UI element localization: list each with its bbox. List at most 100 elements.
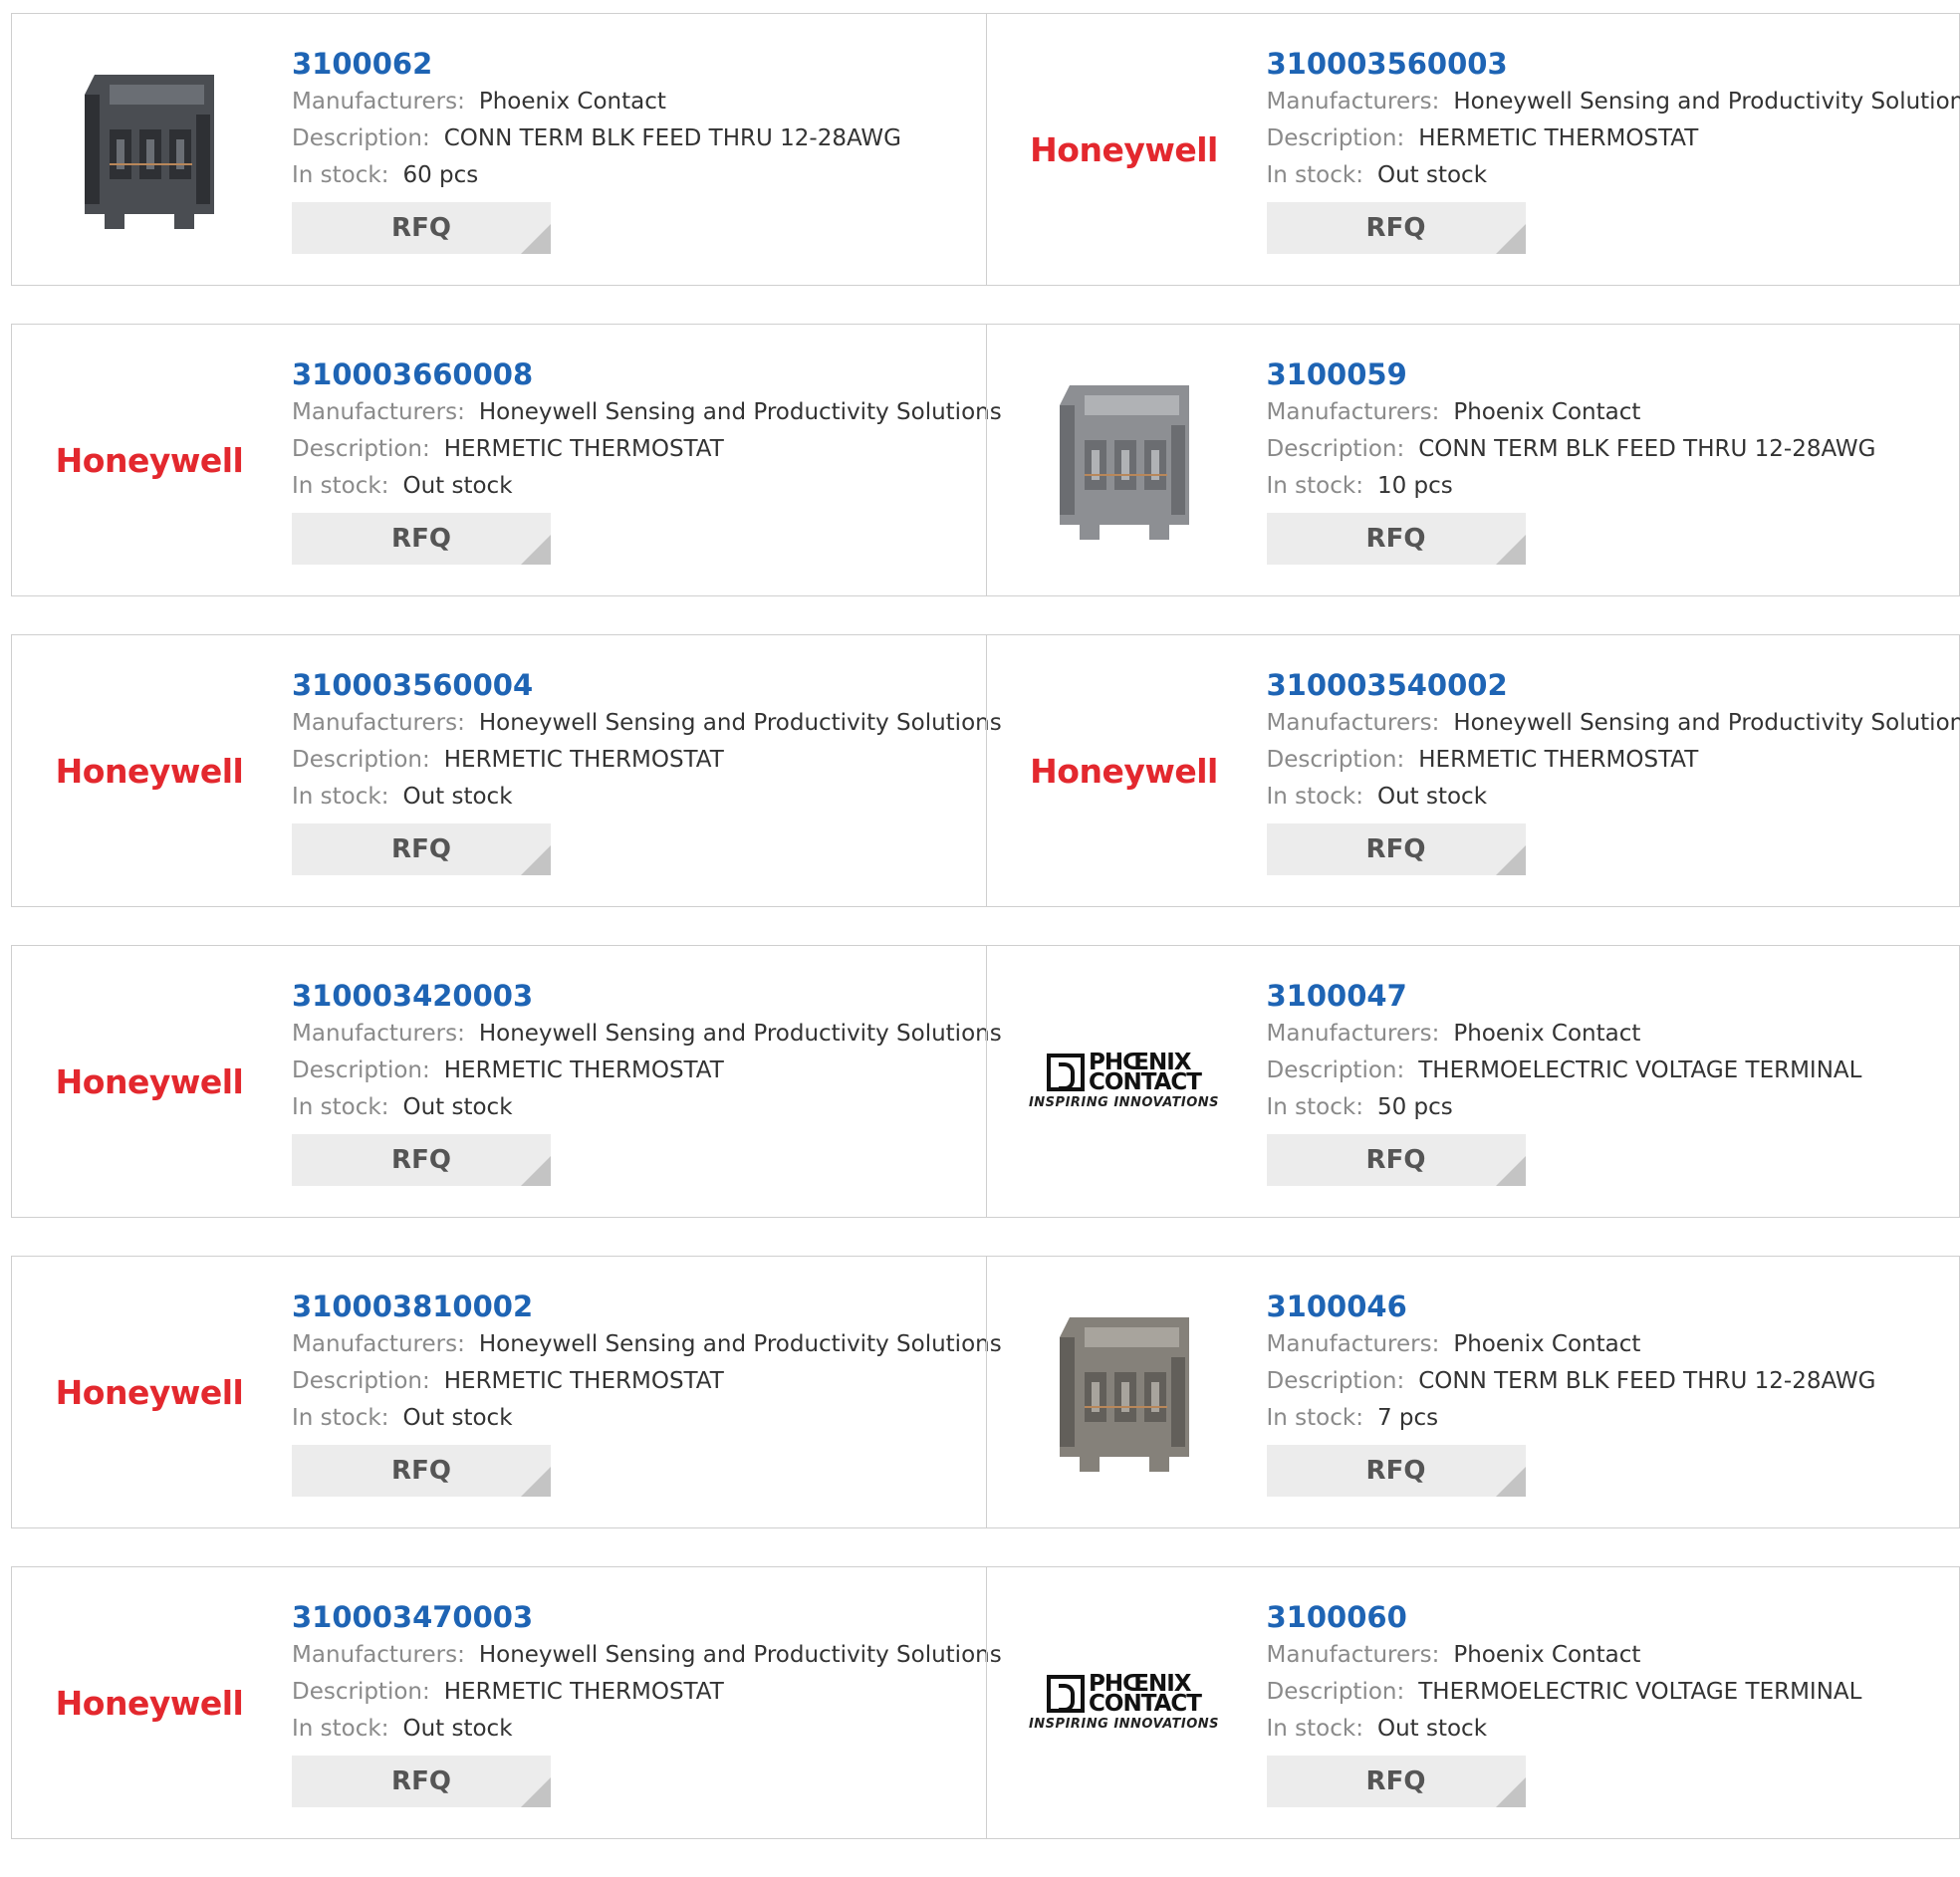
manufacturer-label: Manufacturers: (1266, 710, 1440, 736)
description-label: Description: (292, 125, 430, 151)
part-number-link[interactable]: 310003540002 (1267, 665, 1950, 705)
rfq-label: RFQ (391, 213, 451, 243)
terminal-block-image (1059, 385, 1189, 540)
manufacturer-value: Phoenix Contact (1453, 1331, 1641, 1357)
product-thumbnail[interactable]: Honeywell (1025, 671, 1224, 870)
honeywell-logo: Honeywell (55, 1683, 244, 1723)
rfq-button[interactable]: RFQ (1266, 1756, 1526, 1807)
product-card: Honeywell 310003470003 Manufacturers: Hon… (12, 1567, 1002, 1838)
manufacturer-label: Manufacturers: (1266, 89, 1440, 115)
product-row: 3100062 Manufacturers: Phoenix Contact De… (11, 13, 1960, 286)
description-value: CONN TERM BLK FEED THRU 12-28AWG (1418, 436, 1876, 462)
rfq-button[interactable]: RFQ (292, 1134, 551, 1186)
manufacturer-label: Manufacturers: (292, 1331, 465, 1357)
corner-triangle-icon (1495, 224, 1526, 254)
part-number-link[interactable]: 310003810002 (292, 1287, 976, 1326)
product-card: PHŒNIX CONTACT INSPIRING INNOVATIONS 31000… (985, 1567, 1960, 1838)
corner-triangle-icon (521, 1777, 551, 1807)
product-thumbnail[interactable] (1025, 1292, 1224, 1492)
description-value: HERMETIC THERMOSTAT (443, 1057, 724, 1083)
rfq-label: RFQ (1365, 524, 1426, 554)
manufacturer-value: Phoenix Contact (1453, 399, 1641, 425)
stock-value: Out stock (402, 784, 513, 810)
stock-label: In stock: (292, 473, 389, 499)
honeywell-logo: Honeywell (1030, 129, 1218, 169)
stock-line: In stock: 10 pcs (1267, 468, 1950, 505)
manufacturer-label: Manufacturers: (1266, 1021, 1440, 1047)
phoenix-contact-logo: PHŒNIX CONTACT INSPIRING INNOVATIONS (1028, 1671, 1220, 1733)
rfq-button[interactable]: RFQ (292, 1756, 551, 1807)
product-card: Honeywell 310003810002 Manufacturers: Hon… (12, 1257, 1002, 1527)
rfq-button[interactable]: RFQ (1266, 202, 1526, 254)
honeywell-logo: Honeywell (1030, 751, 1218, 791)
rfq-button[interactable]: RFQ (1266, 823, 1526, 875)
rfq-button[interactable]: RFQ (292, 513, 551, 565)
description-label: Description: (1266, 436, 1405, 462)
stock-value: 10 pcs (1376, 473, 1453, 499)
part-number-link[interactable]: 310003560004 (292, 665, 976, 705)
description-line: Description: THERMOELECTRIC VOLTAGE TERMI… (1267, 1674, 1950, 1711)
product-thumbnail[interactable] (1025, 360, 1224, 560)
rfq-label: RFQ (1365, 213, 1426, 243)
manufacturer-line: Manufacturers: Honeywell Sensing and Prod… (292, 1016, 1002, 1053)
corner-triangle-icon (521, 1156, 551, 1186)
stock-label: In stock: (292, 1716, 389, 1742)
product-info: 3100046 Manufacturers: Phoenix Contact De… (1266, 1287, 1950, 1497)
product-thumbnail[interactable] (50, 50, 249, 249)
part-number-link[interactable]: 3100047 (1267, 976, 1950, 1016)
manufacturer-value: Phoenix Contact (1453, 1642, 1641, 1668)
product-thumbnail[interactable]: Honeywell (50, 1603, 249, 1802)
stock-label: In stock: (1266, 1716, 1363, 1742)
part-number-link[interactable]: 310003470003 (292, 1597, 976, 1637)
rfq-button[interactable]: RFQ (292, 202, 551, 254)
product-thumbnail[interactable]: Honeywell (50, 671, 249, 870)
description-label: Description: (1266, 747, 1405, 773)
manufacturer-value: Honeywell Sensing and Productivity Solut… (478, 399, 1002, 425)
product-thumbnail[interactable]: PHŒNIX CONTACT INSPIRING INNOVATIONS (1025, 1603, 1224, 1802)
part-number-link[interactable]: 310003560003 (1267, 44, 1950, 84)
product-thumbnail[interactable]: Honeywell (50, 360, 249, 560)
description-label: Description: (1266, 1679, 1405, 1705)
product-card: 3100062 Manufacturers: Phoenix Contact De… (12, 14, 986, 285)
manufacturer-label: Manufacturers: (292, 1642, 465, 1668)
part-number-link[interactable]: 3100059 (1267, 354, 1950, 394)
manufacturer-label: Manufacturers: (292, 399, 465, 425)
stock-value: 7 pcs (1376, 1405, 1439, 1431)
product-card: Honeywell 310003560003 Manufacturers: Hon… (985, 14, 1960, 285)
part-number-link[interactable]: 3100060 (1267, 1597, 1950, 1637)
part-number-link[interactable]: 310003420003 (292, 976, 976, 1016)
manufacturer-line: Manufacturers: Phoenix Contact (1267, 1016, 1950, 1053)
product-thumbnail[interactable]: Honeywell (1025, 50, 1224, 249)
stock-line: In stock: 7 pcs (1267, 1400, 1950, 1437)
part-number-link[interactable]: 3100062 (292, 44, 976, 84)
product-info: 3100062 Manufacturers: Phoenix Contact De… (292, 44, 976, 254)
description-value: CONN TERM BLK FEED THRU 12-28AWG (1418, 1368, 1876, 1394)
description-value: HERMETIC THERMOSTAT (443, 436, 724, 462)
description-label: Description: (1266, 1057, 1405, 1083)
rfq-button[interactable]: RFQ (292, 823, 551, 875)
manufacturer-label: Manufacturers: (1266, 1642, 1440, 1668)
corner-triangle-icon (1495, 1467, 1526, 1497)
phoenix-mark-icon (1047, 1675, 1086, 1713)
rfq-button[interactable]: RFQ (1266, 513, 1526, 565)
product-thumbnail[interactable]: Honeywell (50, 1292, 249, 1492)
part-number-link[interactable]: 3100046 (1267, 1287, 1950, 1326)
phoenix-mark-icon (1047, 1054, 1086, 1091)
product-thumbnail[interactable]: PHŒNIX CONTACT INSPIRING INNOVATIONS (1025, 982, 1224, 1181)
stock-label: In stock: (1266, 1405, 1363, 1431)
stock-value: Out stock (1376, 1716, 1488, 1742)
rfq-label: RFQ (391, 1766, 451, 1796)
corner-triangle-icon (521, 845, 551, 875)
stock-label: In stock: (292, 1094, 389, 1120)
stock-label: In stock: (292, 1405, 389, 1431)
stock-line: In stock: Out stock (1267, 1711, 1950, 1748)
product-info: 3100060 Manufacturers: Phoenix Contact De… (1266, 1597, 1950, 1807)
manufacturer-label: Manufacturers: (292, 1021, 465, 1047)
stock-label: In stock: (1266, 473, 1363, 499)
part-number-link[interactable]: 310003660008 (292, 354, 976, 394)
rfq-button[interactable]: RFQ (1266, 1445, 1526, 1497)
product-thumbnail[interactable]: Honeywell (50, 982, 249, 1181)
manufacturer-line: Manufacturers: Honeywell Sensing and Prod… (292, 705, 1002, 742)
rfq-button[interactable]: RFQ (292, 1445, 551, 1497)
rfq-button[interactable]: RFQ (1266, 1134, 1526, 1186)
